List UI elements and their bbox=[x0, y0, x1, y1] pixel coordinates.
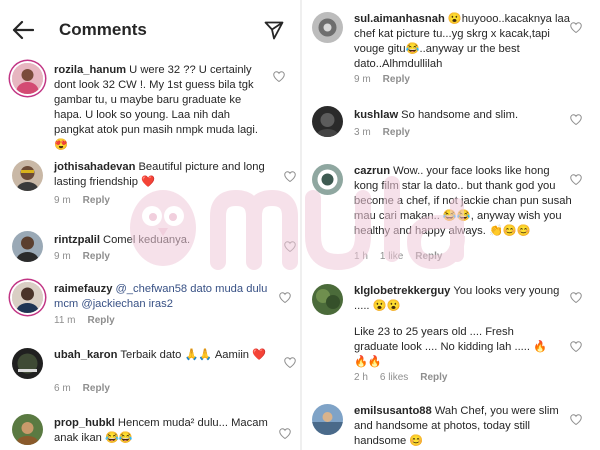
comment-username[interactable]: rintzpalil bbox=[54, 234, 100, 246]
comment-username[interactable]: raimefauzy bbox=[54, 283, 112, 295]
comment-item: emilsusanto88 Wah Chef, you were slim and… bbox=[312, 404, 600, 450]
like-heart-icon[interactable] bbox=[279, 428, 291, 439]
like-heart-icon[interactable] bbox=[279, 292, 291, 303]
comments-panel-right: sul.aimanhasnah 😮huyooo..kacaknya laa che… bbox=[302, 0, 600, 450]
comment-username[interactable]: cazrun bbox=[354, 165, 390, 177]
comment-time: 2 h bbox=[354, 372, 368, 383]
reply-button[interactable]: Reply bbox=[420, 372, 447, 383]
reply-button[interactable]: Reply bbox=[83, 383, 110, 394]
back-arrow-icon[interactable] bbox=[12, 20, 34, 40]
send-icon[interactable] bbox=[264, 20, 284, 40]
comment-username[interactable]: jothisahadevan bbox=[54, 161, 135, 173]
like-heart-icon[interactable] bbox=[570, 292, 582, 303]
comment-username[interactable]: kushlaw bbox=[354, 109, 398, 121]
reply-button[interactable]: Reply bbox=[415, 251, 442, 262]
comment-username[interactable]: rozila_hanum bbox=[54, 64, 126, 76]
comment-time: 6 m bbox=[54, 383, 71, 394]
avatar[interactable] bbox=[12, 160, 43, 191]
comment-meta: 11 m Reply bbox=[54, 315, 127, 326]
like-heart-icon[interactable] bbox=[284, 241, 296, 252]
comment-meta: 9 m Reply bbox=[354, 74, 422, 85]
like-heart-icon[interactable] bbox=[570, 341, 582, 352]
avatar[interactable] bbox=[12, 414, 43, 445]
comment-text: U were 32 ?? U certainly dont look 32 CW… bbox=[54, 64, 258, 151]
page-title: Comments bbox=[59, 20, 147, 39]
comment-meta: 1 h 1 like Reply bbox=[354, 251, 455, 262]
avatar[interactable] bbox=[312, 12, 343, 43]
comment-time: 9 m bbox=[54, 251, 71, 262]
comment-likes[interactable]: 6 likes bbox=[380, 372, 408, 383]
avatar[interactable] bbox=[312, 404, 343, 435]
comment-meta: 2 h 6 likes Reply bbox=[354, 372, 460, 383]
comment-username[interactable]: ubah_karon bbox=[54, 349, 117, 361]
comment-item: jothisahadevan Beautiful picture and long… bbox=[12, 160, 300, 210]
like-heart-icon[interactable] bbox=[570, 114, 582, 125]
comment-item: raimefauzy @_chefwan58 dato muda dulu mcm… bbox=[12, 282, 300, 328]
reply-button[interactable]: Reply bbox=[83, 195, 110, 206]
comments-header: Comments bbox=[0, 0, 300, 62]
comment-meta: 3 m Reply bbox=[354, 127, 422, 138]
comment-item: cazrun Wow.. your face looks like hong ko… bbox=[312, 164, 600, 264]
comment-time: 3 m bbox=[354, 127, 371, 138]
avatar[interactable] bbox=[312, 164, 343, 195]
comment-username[interactable]: emilsusanto88 bbox=[354, 405, 432, 417]
comment-text: Comel keduanya. bbox=[103, 234, 191, 246]
comment-text: So handsome and slim. bbox=[401, 109, 519, 121]
comment-item: ubah_karon Terbaik dato 🙏🙏 Aamiin ❤️ 6 m R… bbox=[12, 348, 300, 398]
comment-meta: 9 m Reply bbox=[54, 195, 122, 206]
avatar[interactable] bbox=[312, 106, 343, 137]
comment-item: prop_hubkl Hencem muda² dulu... Macam ana… bbox=[12, 414, 300, 450]
comment-username[interactable]: klglobetrekkerguy bbox=[354, 285, 450, 297]
comment-item: rozila_hanum U were 32 ?? U certainly don… bbox=[12, 63, 300, 151]
comment-item: Like 23 to 25 years old .... Fresh gradu… bbox=[312, 325, 600, 387]
like-heart-icon[interactable] bbox=[284, 171, 296, 182]
avatar[interactable] bbox=[12, 348, 43, 379]
comment-item: rintzpalil Comel keduanya. 9 m Reply bbox=[12, 231, 300, 267]
comment-time: 9 m bbox=[54, 195, 71, 206]
comment-text: Terbaik dato 🙏🙏 Aamiin ❤️ bbox=[120, 349, 267, 361]
comment-username[interactable]: sul.aimanhasnah bbox=[354, 13, 445, 25]
reply-button[interactable]: Reply bbox=[383, 74, 410, 85]
like-heart-icon[interactable] bbox=[273, 71, 285, 82]
comment-time: 9 m bbox=[354, 74, 371, 85]
reply-button[interactable]: Reply bbox=[383, 127, 410, 138]
comment-time: 1 h bbox=[354, 251, 368, 262]
comment-item: kushlaw So handsome and slim. 3 m Reply bbox=[312, 106, 600, 142]
comment-likes[interactable]: 1 like bbox=[380, 251, 403, 262]
like-heart-icon[interactable] bbox=[284, 357, 296, 368]
like-heart-icon[interactable] bbox=[570, 414, 582, 425]
like-heart-icon[interactable] bbox=[570, 22, 582, 33]
like-heart-icon[interactable] bbox=[570, 174, 582, 185]
comment-item: sul.aimanhasnah 😮huyooo..kacaknya laa che… bbox=[312, 12, 600, 88]
avatar[interactable] bbox=[12, 63, 43, 94]
comment-time: 11 m bbox=[54, 315, 76, 326]
avatar[interactable] bbox=[12, 231, 43, 262]
reply-button[interactable]: Reply bbox=[88, 315, 115, 326]
comments-panel-left: Comments rozila_hanum U were 32 ?? U cert… bbox=[0, 0, 300, 450]
comment-item: klglobetrekkerguy You looks very young ..… bbox=[312, 284, 600, 320]
avatar[interactable] bbox=[12, 282, 43, 313]
comment-meta: 6 m Reply bbox=[54, 383, 122, 394]
reply-button[interactable]: Reply bbox=[83, 251, 110, 262]
comment-username[interactable]: prop_hubkl bbox=[54, 417, 115, 429]
comment-text: Like 23 to 25 years old .... Fresh gradu… bbox=[354, 326, 548, 368]
avatar[interactable] bbox=[312, 284, 343, 315]
comment-meta: 9 m Reply bbox=[54, 251, 122, 262]
